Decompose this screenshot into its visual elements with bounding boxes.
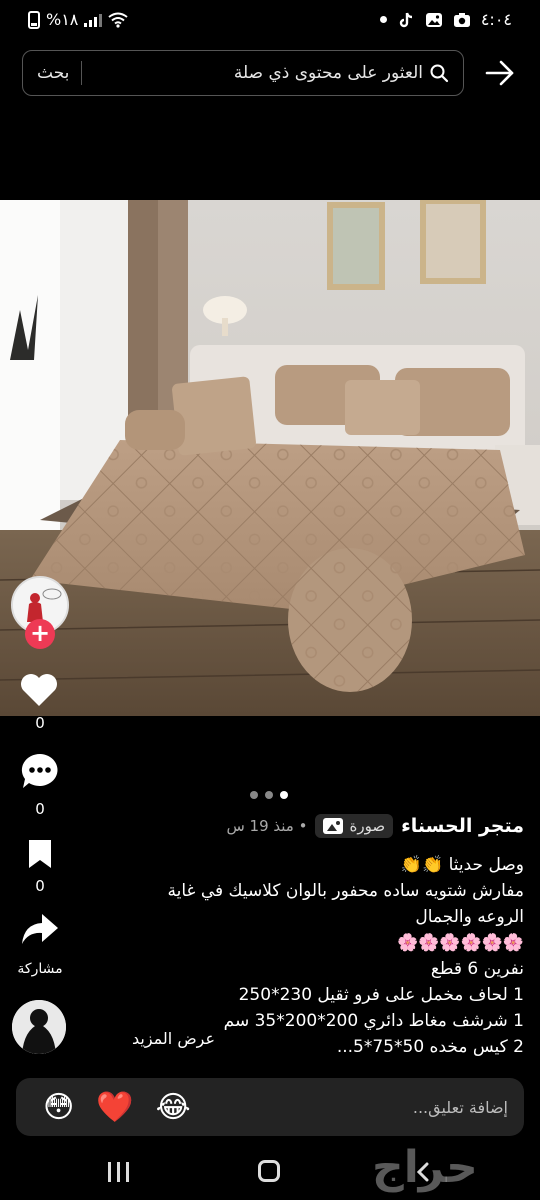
status-time: ٤:٠٤: [480, 10, 512, 29]
bookmark-icon[interactable]: [27, 838, 53, 870]
emoji-flushed-button[interactable]: 😳: [43, 1090, 74, 1125]
battery-percent: %١٨: [46, 10, 79, 29]
gallery-icon: [425, 12, 442, 27]
emoji-heart-button[interactable]: ❤️: [96, 1090, 133, 1125]
search-box[interactable]: العثور على محتوى ذي صلة بحث: [22, 50, 464, 96]
desc-line: وصل حديثا 👏👏: [400, 855, 524, 875]
pager-dot: [265, 791, 273, 799]
wifi-icon: [108, 12, 129, 28]
pager-dot: [250, 791, 258, 799]
share-icon[interactable]: [20, 912, 60, 946]
battery-icon: [28, 10, 40, 29]
image-pager: [250, 791, 288, 799]
image-icon: [323, 818, 344, 834]
haraj-watermark: حراج: [372, 1142, 480, 1193]
emoji-laugh-button[interactable]: 😂: [156, 1090, 191, 1125]
see-more-link[interactable]: عرض المزيد: [132, 1029, 215, 1048]
search-divider: [81, 61, 83, 85]
recent-apps-icon[interactable]: [108, 1162, 132, 1182]
post-meta: متجر الحسناء صورة • منذ 19 س: [226, 814, 524, 838]
share-label: مشاركة: [17, 961, 63, 977]
desc-line: مفارش شتويه ساده محفور بالوان كلاسيك في …: [167, 881, 524, 927]
post-image[interactable]: [0, 200, 540, 716]
search-button[interactable]: بحث: [37, 63, 69, 83]
comment-bar[interactable]: إضافة تعليق... 😂 ❤️ 😳: [16, 1078, 524, 1136]
camera-icon: [453, 12, 470, 27]
post-type-chip: صورة: [315, 814, 394, 838]
tiktok-icon: [399, 12, 412, 27]
comment-input[interactable]: إضافة تعليق...: [202, 1098, 508, 1117]
bedroom-photo: [0, 200, 540, 716]
user-avatar-image: [12, 1000, 66, 1054]
post-type-label: صورة: [349, 817, 386, 835]
home-icon[interactable]: [258, 1160, 280, 1182]
likes-count: 0: [35, 714, 45, 732]
search-icon: [430, 64, 449, 83]
comments-count: 0: [35, 800, 45, 818]
follow-button[interactable]: +: [25, 619, 55, 649]
post-time: • منذ 19 س: [226, 817, 308, 835]
desc-line: 1 لحاف مخمل على فرو ثقيل 230*250: [238, 985, 524, 1005]
comment-icon[interactable]: [20, 752, 60, 790]
store-name[interactable]: متجر الحسناء: [401, 815, 524, 837]
desc-line: نفرين 6 قطع: [430, 959, 524, 979]
status-bar: %١٨ ٤:٠٤: [0, 0, 540, 40]
notification-dot-icon: [379, 16, 387, 23]
user-avatar[interactable]: [12, 1000, 66, 1054]
pager-dot-active: [280, 791, 288, 799]
back-arrow-icon[interactable]: [484, 58, 516, 88]
heart-icon[interactable]: [19, 672, 59, 708]
signal-icon: [84, 13, 103, 27]
search-input[interactable]: العثور على محتوى ذي صلة: [94, 63, 423, 83]
bookmarks-count: 0: [35, 877, 45, 895]
desc-line: 🌸🌸🌸🌸🌸🌸: [396, 933, 524, 953]
